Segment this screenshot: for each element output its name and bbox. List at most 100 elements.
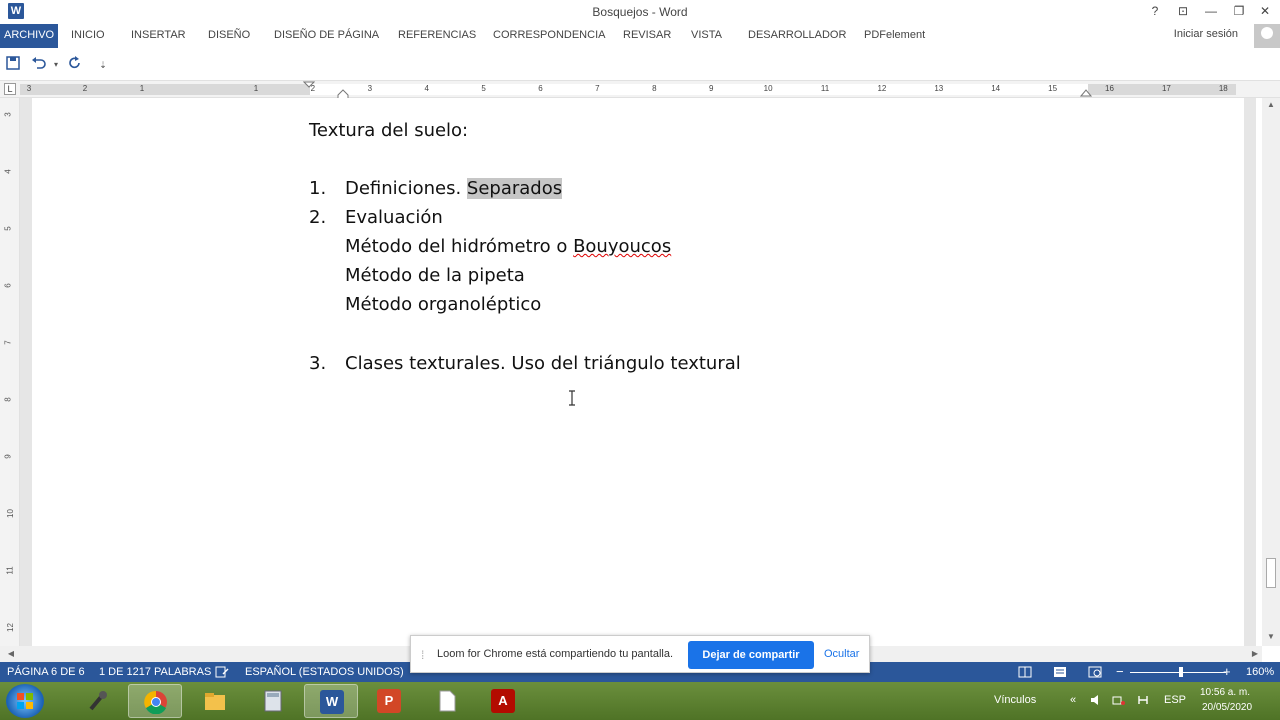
volume-icon[interactable]: [1090, 694, 1104, 720]
taskbar-word[interactable]: W: [304, 684, 358, 718]
sub-item-pipeta[interactable]: Método de la pipeta: [345, 265, 525, 286]
list-number-1: 1.: [309, 178, 327, 199]
loom-sharing-banner: ⁞ Loom for Chrome está compartiendo tu p…: [410, 635, 870, 673]
zoom-in-button[interactable]: +: [1223, 664, 1231, 679]
taskbar-microphone[interactable]: [70, 684, 124, 718]
taskbar-explorer[interactable]: [188, 684, 242, 718]
sub-item-organoleptico[interactable]: Método organoléptico: [345, 294, 541, 315]
scroll-right-icon[interactable]: ▶: [1246, 647, 1264, 661]
tab-diseno-de-pagina[interactable]: DISEÑO DE PÁGINA: [274, 24, 379, 48]
save-icon[interactable]: [4, 56, 22, 74]
input-language[interactable]: ESP: [1164, 694, 1186, 720]
ruler-number: 14: [991, 84, 1001, 93]
right-indent-marker[interactable]: [1080, 86, 1092, 98]
vertical-ruler-number: 3: [3, 112, 13, 117]
word-icon: W: [320, 690, 344, 714]
hide-button[interactable]: Ocultar: [824, 648, 859, 660]
network-icon[interactable]: [1112, 694, 1126, 720]
tab-inicio[interactable]: INICIO: [71, 24, 105, 48]
tab-desarrollador[interactable]: DESARROLLADOR: [748, 24, 846, 48]
selected-text[interactable]: Separados: [466, 178, 563, 199]
taskbar-acrobat[interactable]: A: [476, 684, 530, 718]
tab-pdfelement[interactable]: PDFelement: [864, 24, 925, 48]
microphone-icon: [85, 689, 109, 713]
scroll-down-icon[interactable]: ▼: [1262, 630, 1280, 644]
scroll-up-icon[interactable]: ▲: [1262, 98, 1280, 112]
help-button[interactable]: ?: [1144, 2, 1166, 20]
word-window: W Bosquejos - Word ? ⊡ — ❐ ✕ ARCHIVO INI…: [0, 0, 1280, 720]
window-title: Bosquejos - Word: [592, 5, 688, 19]
undo-icon[interactable]: [30, 56, 48, 74]
document-canvas[interactable]: Textura del suelo: 1. Definiciones. Sepa…: [20, 98, 1256, 646]
signin-link[interactable]: Iniciar sesión: [1174, 28, 1238, 40]
list-item-3[interactable]: Clases texturales. Uso del triángulo tex…: [345, 353, 741, 374]
misspelled-word[interactable]: Bouyoucos: [573, 236, 671, 257]
scroll-left-icon[interactable]: ◀: [2, 647, 20, 661]
tab-selector[interactable]: L: [4, 83, 16, 95]
ruler-left-margin: [20, 84, 310, 95]
acrobat-icon: A: [491, 689, 515, 713]
user-avatar[interactable]: [1254, 24, 1280, 48]
list-item-2[interactable]: Evaluación: [345, 207, 443, 228]
print-layout-icon[interactable]: [1053, 666, 1067, 681]
taskbar-powerpoint[interactable]: P: [362, 684, 416, 718]
ruler-number: 15: [1048, 84, 1058, 93]
ruler-number: 11: [820, 84, 830, 93]
undo-dropdown-icon[interactable]: ▾: [47, 56, 65, 74]
language-status[interactable]: ESPAÑOL (ESTADOS UNIDOS): [245, 666, 404, 678]
tray-expand-icon[interactable]: «: [1070, 694, 1076, 720]
close-button[interactable]: ✕: [1254, 2, 1276, 20]
taskbar-chrome[interactable]: [128, 684, 182, 718]
sub-item-hidrometro[interactable]: Método del hidrómetro o Bouyoucos: [345, 236, 671, 257]
taskbar-calculator[interactable]: [246, 684, 300, 718]
zoom-level[interactable]: 160%: [1246, 666, 1274, 678]
page-count[interactable]: PÁGINA 6 DE 6: [7, 666, 85, 678]
ruler-number: 12: [877, 84, 887, 93]
folder-icon: [203, 689, 227, 713]
taskbar-notepad[interactable]: [420, 684, 474, 718]
list-number-2: 2.: [309, 207, 327, 228]
tab-referencias[interactable]: REFERENCIAS: [398, 24, 476, 48]
document-page[interactable]: Textura del suelo: 1. Definiciones. Sepa…: [32, 98, 1244, 646]
list-item-1[interactable]: Definiciones. Separados: [345, 178, 563, 199]
tab-correspondencia[interactable]: CORRESPONDENCIA: [493, 24, 605, 48]
redo-icon[interactable]: [66, 56, 84, 74]
horizontal-ruler[interactable]: L 3 2 1 1 2 3 4 5 6 7 8 9 10 11 12 13 14 15 16 17 18: [0, 80, 1280, 101]
zoom-slider[interactable]: [1130, 672, 1226, 673]
ruler-number: 10: [763, 84, 773, 93]
start-button[interactable]: [6, 684, 44, 718]
word-count[interactable]: 1 DE 1217 PALABRAS: [99, 666, 211, 678]
vertical-ruler-number: 8: [3, 397, 13, 402]
links-toolbar[interactable]: Vínculos: [994, 694, 1036, 720]
zoom-slider-thumb[interactable]: [1179, 667, 1183, 677]
calculator-icon: [261, 689, 285, 713]
clock-date[interactable]: 20/05/2020: [1202, 702, 1252, 720]
tab-revisar[interactable]: REVISAR: [623, 24, 671, 48]
stop-sharing-button[interactable]: Dejar de compartir: [688, 641, 814, 669]
vertical-scrollbar[interactable]: ▲ ▼: [1262, 98, 1280, 646]
minimize-button[interactable]: —: [1200, 2, 1222, 20]
tab-vista[interactable]: VISTA: [691, 24, 722, 48]
drag-handle-icon[interactable]: ⁞: [421, 648, 424, 662]
tab-archivo[interactable]: ARCHIVO: [0, 24, 59, 48]
tab-insertar[interactable]: INSERTAR: [131, 24, 186, 48]
tab-diseno[interactable]: DISEÑO: [208, 24, 250, 48]
power-icon[interactable]: [1136, 694, 1150, 720]
ribbon-display-options-button[interactable]: ⊡: [1172, 2, 1194, 20]
web-layout-icon[interactable]: [1088, 666, 1102, 681]
customize-qat-icon[interactable]: ⇣: [94, 56, 112, 74]
ruler-number: 6: [538, 84, 543, 93]
proofing-icon[interactable]: [215, 666, 229, 681]
quick-access-toolbar: ▾ ⇣: [0, 52, 1280, 78]
first-line-indent-marker[interactable]: [303, 81, 315, 99]
zoom-out-button[interactable]: −: [1116, 664, 1124, 679]
maximize-button[interactable]: ❐: [1228, 2, 1250, 20]
ruler-number: 18: [1218, 84, 1228, 93]
vertical-ruler-number: 9: [3, 454, 13, 459]
read-mode-icon[interactable]: [1018, 666, 1032, 681]
heading-textura[interactable]: Textura del suelo:: [309, 120, 468, 141]
ruler-number: 13: [934, 84, 944, 93]
vertical-scroll-thumb[interactable]: [1266, 558, 1276, 588]
ruler-number: 3: [367, 84, 373, 93]
chrome-icon: [144, 690, 168, 715]
